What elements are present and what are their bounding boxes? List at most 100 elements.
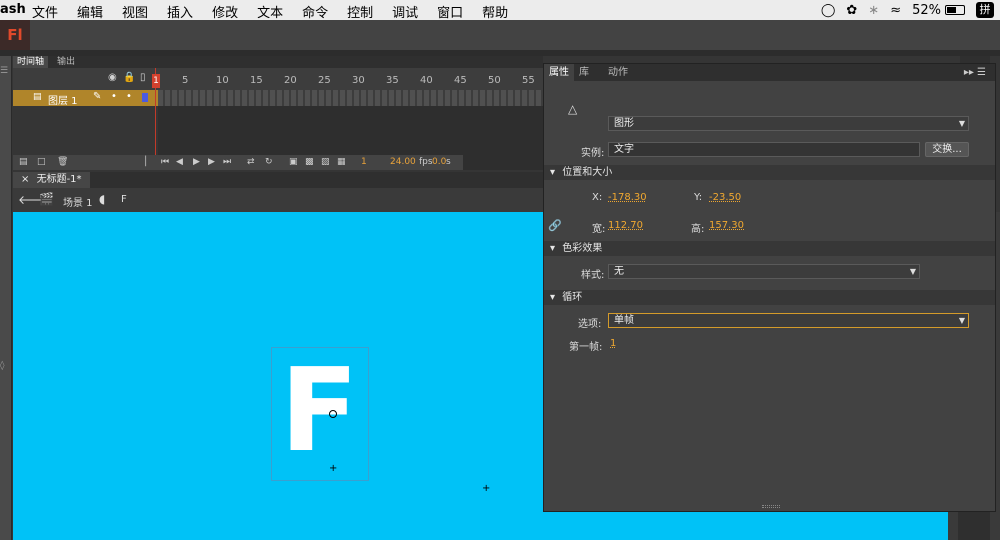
layer-row[interactable]: ▤ 图层 1 ✎ • • (13, 90, 543, 107)
height-value[interactable]: 157.30 (709, 220, 744, 231)
bluetooth-icon[interactable]: ∗ (868, 3, 879, 18)
menu-control[interactable]: 控制 (347, 2, 373, 21)
document-tabs: × 无标题-1* (13, 172, 543, 188)
scene-breadcrumb[interactable]: 场景 1 (63, 194, 93, 209)
onion-outline-icon[interactable]: ▩ (305, 157, 314, 167)
play-icon[interactable]: ▶ (193, 157, 200, 167)
first-frame-label: 第一帧: (569, 342, 603, 353)
outline-swatch[interactable] (142, 93, 148, 102)
y-label: Y: (694, 192, 703, 203)
next-frame-icon[interactable]: ▶ (208, 157, 215, 167)
chevron-down-icon: ▼ (958, 119, 965, 128)
menu-window[interactable]: 窗口 (437, 2, 463, 21)
instance-label: 实例: (581, 148, 605, 159)
style-label: 样式: (581, 270, 605, 281)
link-icon[interactable]: 🔗 (548, 219, 562, 232)
x-value[interactable]: -178.30 (608, 192, 647, 203)
outline-icon[interactable]: ▯ (140, 72, 146, 83)
current-frame[interactable]: 1 (361, 157, 367, 167)
first-frame-value[interactable]: 1 (610, 338, 616, 349)
loop-icon[interactable]: ⇄ (247, 157, 255, 167)
visible-dot[interactable]: • (111, 91, 117, 102)
menu-insert[interactable]: 插入 (167, 2, 193, 21)
frame-ruler[interactable]: 5 10 15 20 25 30 35 40 45 50 55 (155, 68, 543, 90)
symbol-letter[interactable]: F (280, 354, 359, 469)
menu-commands[interactable]: 命令 (302, 2, 328, 21)
ruler-tick: 55 (522, 75, 535, 86)
chevron-down-icon: ▼ (909, 267, 916, 276)
collapse-icon[interactable]: ◊ (0, 361, 4, 371)
menu-help[interactable]: 帮助 (482, 2, 508, 21)
width-value[interactable]: 112.70 (608, 220, 643, 231)
document-tab-title: 无标题-1* (36, 174, 82, 185)
menu-file[interactable]: 文件 (32, 2, 58, 21)
ruler-tick: 35 (386, 75, 399, 86)
tab-actions[interactable]: 动作 (603, 64, 633, 81)
loop-options-select[interactable]: 单帧 ▼ (608, 313, 969, 328)
creative-cloud-icon[interactable]: ◯ (821, 3, 836, 18)
instance-name-field[interactable]: 文字 (608, 142, 920, 157)
pencil-icon: ✎ (93, 91, 102, 102)
tab-timeline[interactable]: 时间轴 (13, 56, 49, 68)
layer-frames[interactable] (158, 90, 543, 106)
app-menu[interactable]: ash (0, 2, 26, 17)
x-label: X: (592, 192, 603, 203)
symbol-breadcrumb[interactable]: F (121, 194, 127, 205)
caret-down-icon: ▾ (550, 243, 556, 254)
layer-name[interactable]: 图层 1 (48, 92, 78, 107)
menu-modify[interactable]: 修改 (212, 2, 238, 21)
transform-point[interactable] (329, 410, 337, 418)
menu-edit[interactable]: 编辑 (77, 2, 103, 21)
onion-skin-icon[interactable]: ↻ (265, 157, 273, 167)
menu-list: 文件 编辑 视图 插入 修改 文本 命令 控制 调试 窗口 帮助 (32, 2, 527, 21)
tab-library[interactable]: 库 (574, 64, 594, 81)
input-method-icon[interactable]: 拼 (976, 2, 994, 18)
lock-dot[interactable]: • (126, 91, 132, 102)
color-style-select[interactable]: 无 ▼ (608, 264, 920, 279)
swap-button[interactable]: 交换... (925, 142, 969, 157)
wifi-icon[interactable]: ≈ (890, 3, 901, 18)
eye-icon[interactable]: ◉ (108, 72, 117, 83)
section-color-effect[interactable]: ▾ 色彩效果 (544, 241, 995, 256)
section-position-size[interactable]: ▾ 位置和大小 (544, 165, 995, 180)
graphic-symbol-icon: ◖ (99, 192, 106, 206)
symbol-type-select[interactable]: 图形 ▼ (608, 116, 969, 131)
elapsed-time[interactable]: 0.0 (432, 157, 446, 167)
fps-value[interactable]: 24.00 (390, 157, 416, 167)
menu-text[interactable]: 文本 (257, 2, 283, 21)
first-frame-icon[interactable]: ⏮ (161, 157, 169, 167)
panel-menu-icon[interactable]: ☰ (0, 66, 8, 76)
new-layer-icon[interactable]: ▤ (19, 157, 28, 167)
tab-properties[interactable]: 属性 (544, 64, 574, 81)
ruler-tick: 25 (318, 75, 331, 86)
options-label: 选项: (578, 319, 602, 330)
menu-view[interactable]: 视图 (122, 2, 148, 21)
new-folder-icon[interactable]: □ (37, 157, 46, 167)
modify-markers-icon[interactable]: ▦ (337, 157, 346, 167)
layer-name-cell[interactable]: ▤ 图层 1 ✎ • • (13, 90, 158, 107)
last-frame-icon[interactable]: ⏭ (223, 157, 231, 167)
delete-layer-icon[interactable]: 🗑 (57, 157, 68, 167)
symbol-type-value: 图形 (614, 118, 634, 129)
panel-resize-grip[interactable] (762, 505, 780, 508)
flash-logo: Fl (0, 20, 30, 50)
prev-frame-icon[interactable]: ◀ (176, 157, 183, 167)
playhead[interactable]: 1 (152, 74, 160, 88)
panel-options-icon[interactable]: ▸▸ ☰ (959, 64, 991, 81)
section-loop[interactable]: ▾ 循环 (544, 290, 995, 305)
pinwheel-icon[interactable]: ✿ (846, 3, 857, 18)
tab-output[interactable]: 输出 (53, 56, 79, 68)
y-value[interactable]: -23.50 (709, 192, 741, 203)
center-frame-icon[interactable]: ▣ (289, 157, 298, 167)
instance-name-value: 文字 (614, 144, 634, 155)
edit-multiple-icon[interactable]: ▨ (321, 157, 330, 167)
battery-icon[interactable] (945, 5, 965, 15)
menu-debug[interactable]: 调试 (392, 2, 418, 21)
timeline-hscroll[interactable] (463, 155, 543, 170)
chevron-down-icon: ▼ (958, 316, 965, 325)
close-tab-icon[interactable]: × (21, 174, 29, 185)
ruler-tick: 40 (420, 75, 433, 86)
lock-icon[interactable]: 🔒 (123, 72, 135, 83)
tools-panel-edge[interactable]: ☰ ◊ (0, 56, 12, 540)
document-tab[interactable]: × 无标题-1* (13, 172, 90, 188)
